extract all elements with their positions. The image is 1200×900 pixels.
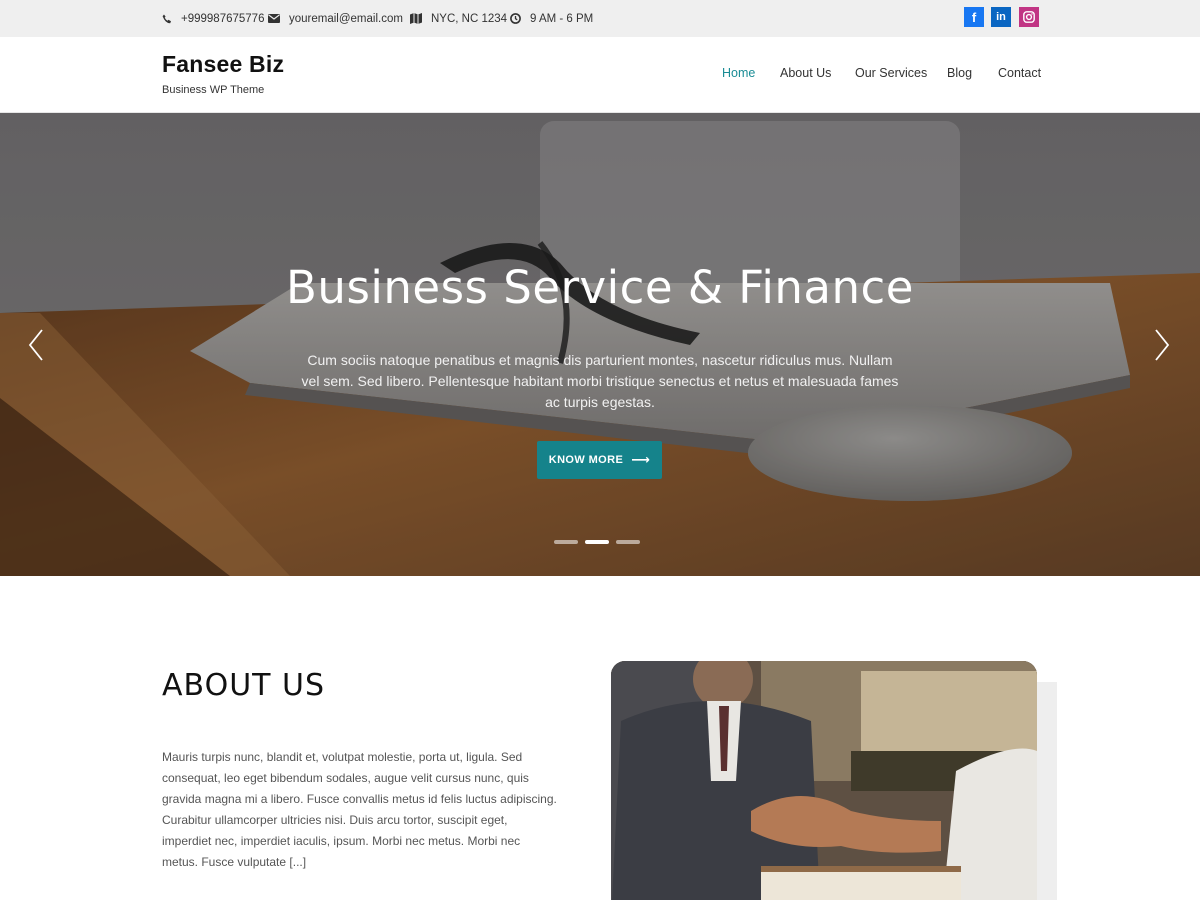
- location-info: NYC, NC 1234: [410, 0, 507, 37]
- phone-number: +999987675776: [181, 12, 265, 25]
- facebook-icon[interactable]: f: [964, 7, 984, 27]
- hero-description: Cum sociis natoque penatibus et magnis d…: [301, 352, 899, 410]
- site-title[interactable]: Fansee Biz: [162, 51, 284, 78]
- map-icon: [410, 13, 422, 24]
- location-text: NYC, NC 1234: [431, 12, 508, 25]
- phone-info: +999987675776: [162, 0, 264, 37]
- nav-our-services[interactable]: Our Services: [855, 66, 927, 80]
- slider-pagination: [554, 540, 640, 544]
- know-more-button[interactable]: KNOW MORE ⟶: [537, 441, 662, 479]
- clock-icon: [510, 13, 521, 24]
- instagram-icon[interactable]: [1019, 7, 1039, 27]
- nav-contact[interactable]: Contact: [998, 66, 1041, 80]
- chevron-left-icon[interactable]: [26, 328, 46, 362]
- top-bar: +999987675776 youremail@email.com NYC, N…: [0, 0, 1200, 37]
- know-more-label: KNOW MORE: [548, 454, 624, 466]
- slide-dot-3[interactable]: [616, 540, 640, 544]
- hero-slider: Business Service & Finance Cum sociis na…: [0, 113, 1200, 576]
- slide-dot-2[interactable]: [585, 540, 609, 544]
- nav-blog[interactable]: Blog: [947, 66, 972, 80]
- hours-info: 9 AM - 6 PM: [510, 0, 593, 37]
- envelope-icon: [268, 14, 280, 23]
- nav-home[interactable]: Home: [722, 66, 755, 80]
- nav-about-us[interactable]: About Us: [780, 66, 831, 80]
- email-info: youremail@email.com: [268, 0, 403, 37]
- linkedin-icon[interactable]: in: [991, 7, 1011, 27]
- arrow-right-icon: ⟶: [631, 452, 651, 467]
- hero-background-image: [0, 113, 1200, 576]
- about-title: ABOUT US: [162, 668, 326, 703]
- hero-title: Business Service & Finance: [286, 261, 914, 314]
- about-text: Mauris turpis nunc, blandit et, volutpat…: [162, 750, 557, 869]
- email-address: youremail@email.com: [289, 12, 403, 25]
- site-header: Fansee Biz Business WP Theme Home About …: [0, 37, 1200, 113]
- hours-text: 9 AM - 6 PM: [530, 12, 594, 25]
- slide-dot-1[interactable]: [554, 540, 578, 544]
- phone-icon: [162, 14, 171, 23]
- site-tagline: Business WP Theme: [162, 84, 265, 96]
- chevron-right-icon[interactable]: [1152, 328, 1172, 362]
- about-image: [611, 661, 1037, 900]
